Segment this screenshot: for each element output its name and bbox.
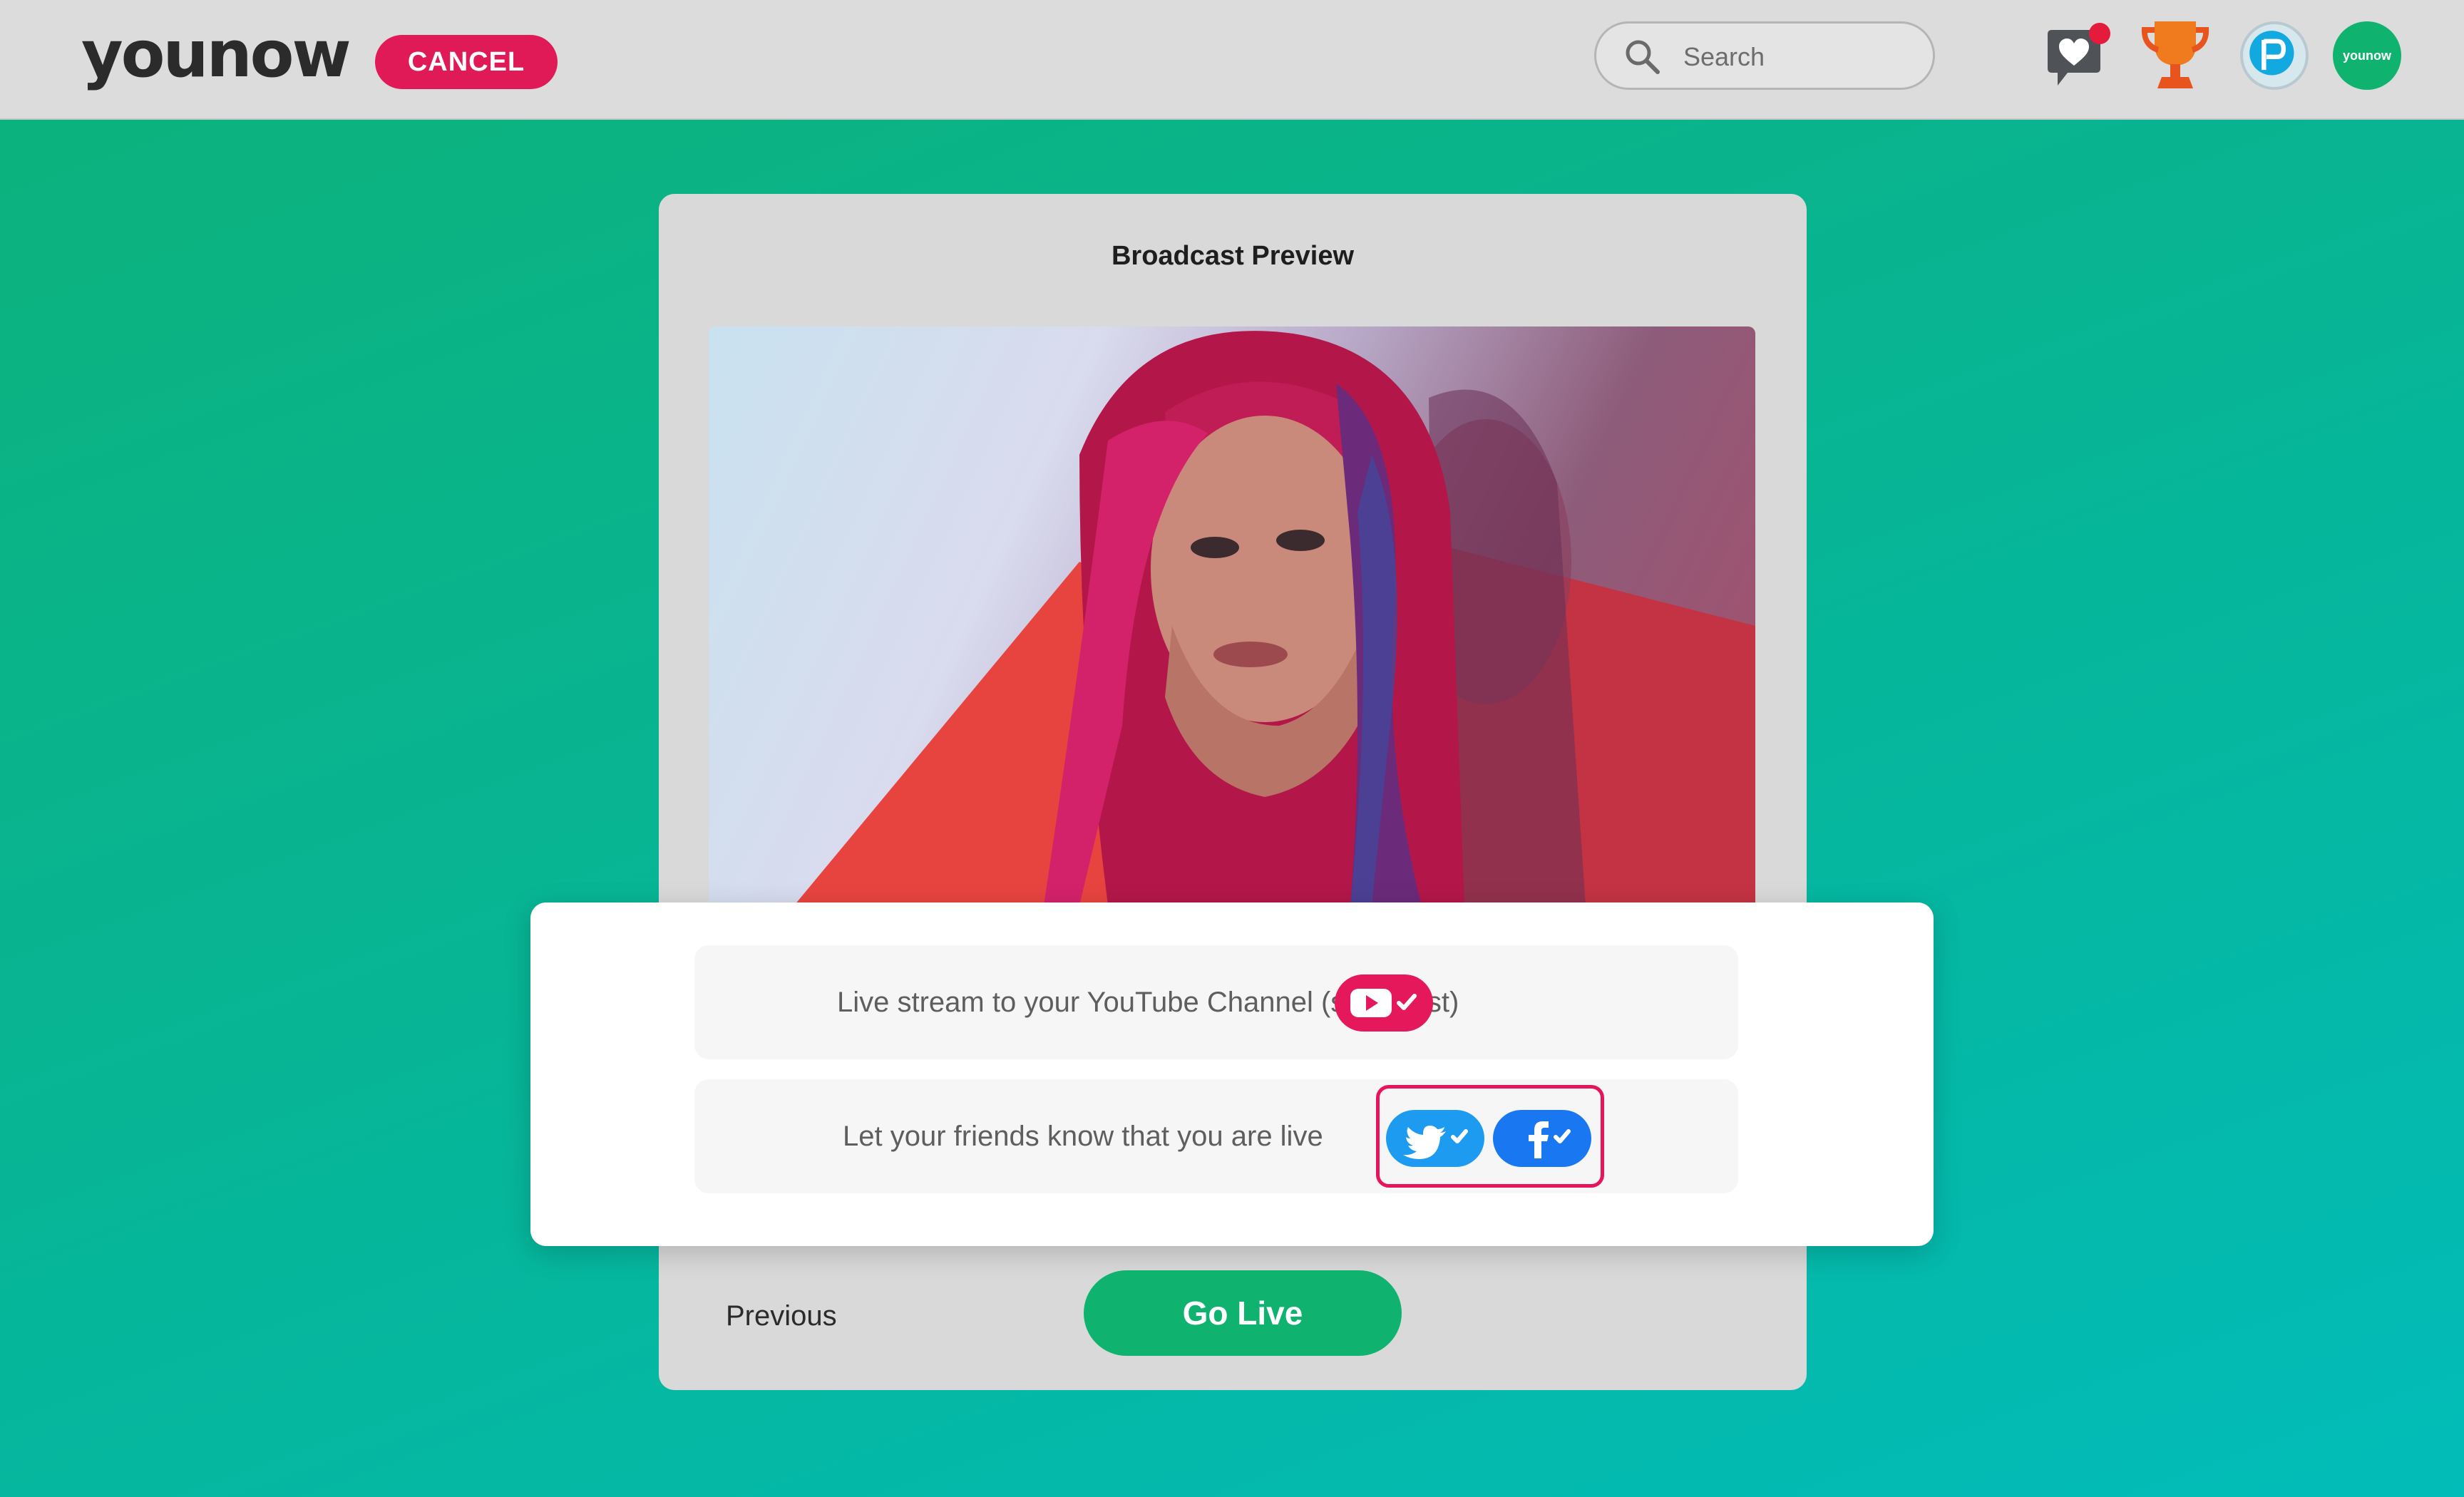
go-live-button[interactable]: Go Live bbox=[1084, 1270, 1402, 1356]
twitter-icon bbox=[1403, 1126, 1446, 1159]
top-bar: younow CANCEL younow bbox=[0, 0, 2464, 120]
trophy-icon[interactable] bbox=[2136, 19, 2214, 93]
search-input[interactable] bbox=[1682, 35, 1913, 79]
youtube-toggle[interactable] bbox=[1335, 974, 1433, 1032]
search-box[interactable] bbox=[1594, 21, 1935, 90]
notification-dot bbox=[2089, 23, 2110, 44]
camera-preview bbox=[709, 326, 1755, 905]
checkmark-icon bbox=[1554, 1129, 1571, 1143]
youtube-simulcast-row: Live stream to your YouTube Channel (sim… bbox=[694, 945, 1738, 1059]
facebook-icon bbox=[1529, 1121, 1549, 1158]
user-avatar[interactable]: younow bbox=[2333, 21, 2401, 90]
youtube-icon bbox=[1350, 989, 1392, 1017]
checkmark-icon bbox=[1451, 1129, 1468, 1143]
card-title: Broadcast Preview bbox=[1111, 241, 1355, 271]
pearls-icon[interactable] bbox=[2240, 21, 2309, 90]
checkmark-icon bbox=[1397, 994, 1417, 1010]
twitter-toggle[interactable] bbox=[1386, 1110, 1484, 1167]
younow-logo[interactable]: younow bbox=[81, 16, 351, 94]
share-options-panel: Live stream to your YouTube Channel (sim… bbox=[530, 902, 1934, 1246]
previous-button[interactable]: Previous bbox=[726, 1296, 837, 1336]
cancel-button[interactable]: CANCEL bbox=[375, 35, 558, 89]
notify-friends-label: Let your friends know that you are live bbox=[843, 1121, 1323, 1152]
camera-preview-image bbox=[794, 331, 1755, 905]
search-icon bbox=[1626, 40, 1660, 74]
facebook-toggle[interactable] bbox=[1493, 1110, 1591, 1167]
